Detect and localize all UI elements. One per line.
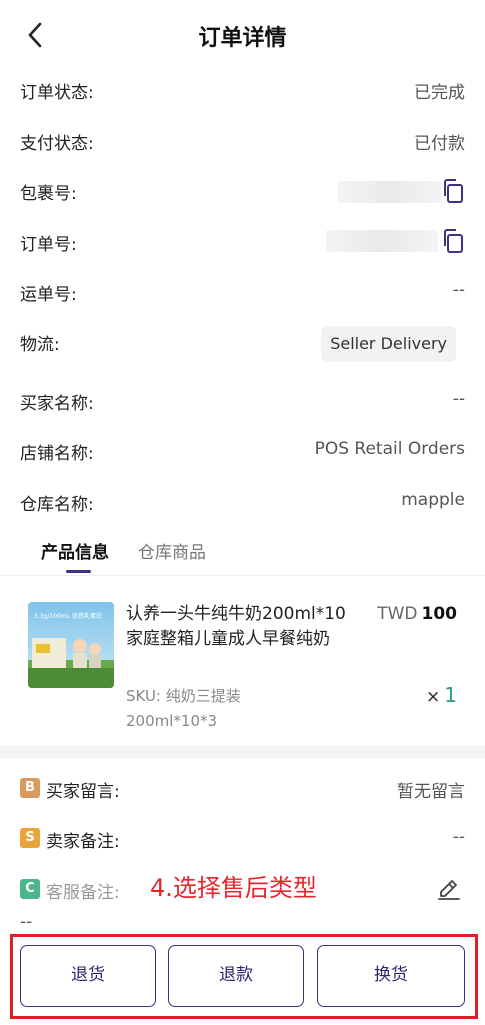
store-name-value: POS Retail Orders	[314, 439, 465, 459]
buyer-badge: B	[20, 778, 40, 798]
seller-note-label: 卖家备注:	[46, 832, 120, 852]
order-number-row: 订单号:	[0, 222, 485, 262]
buyer-name-row: 买家名称: --	[0, 381, 485, 421]
order-status-label: 订单状态:	[20, 83, 94, 103]
product-item[interactable]: 3.3g/100mL 优质乳蛋白 认养一头牛纯牛奶200ml*10家庭整箱儿童成…	[0, 578, 485, 738]
package-number-row: 包裹号:	[0, 171, 485, 211]
buyer-name-value: --	[452, 389, 465, 409]
seller-badge: S	[20, 828, 40, 848]
buyer-message-label: 买家留言:	[46, 782, 120, 802]
buyer-name-label: 买家名称:	[20, 394, 94, 414]
quantity-prefix: ×	[426, 687, 441, 707]
product-sku: SKU: 纯奶三提装200ml*10*3	[126, 687, 241, 730]
service-note-label: 客服备注:	[46, 883, 120, 903]
payment-status-value: 已付款	[414, 134, 465, 154]
seller-note-row: S 卖家备注: --	[0, 822, 485, 862]
service-badge: C	[20, 879, 40, 899]
order-number-redacted	[326, 230, 438, 252]
buyer-message-row: B 买家留言: 暂无留言	[0, 772, 485, 812]
header: 订单详情	[0, 0, 485, 70]
waybill-row: 运单号: --	[0, 272, 485, 312]
product-price: TWD 100	[377, 604, 457, 624]
service-note-value: --	[20, 912, 33, 932]
active-tab-indicator	[66, 570, 91, 573]
quantity-value: 1	[444, 683, 457, 707]
price-amount: 100	[421, 604, 458, 624]
waybill-label: 运单号:	[20, 285, 77, 305]
copy-icon[interactable]	[441, 178, 465, 204]
order-status-row: 订单状态: 已完成	[0, 70, 485, 110]
exchange-button[interactable]: 换货	[317, 945, 465, 1007]
payment-status-label: 支付状态:	[20, 134, 94, 154]
price-currency: TWD	[377, 604, 418, 624]
tab-warehouse-goods[interactable]: 仓库商品	[138, 538, 206, 563]
tab-product-info[interactable]: 产品信息	[41, 538, 109, 563]
section-divider	[0, 746, 485, 758]
order-status-value: 已完成	[414, 83, 465, 103]
product-tabs: 产品信息 仓库商品	[0, 530, 485, 576]
product-thumbnail: 3.3g/100mL 优质乳蛋白	[28, 602, 114, 688]
logistics-row: 物流: Seller Delivery	[0, 326, 485, 366]
warehouse-name-row: 仓库名称: mapple	[0, 482, 485, 522]
buyer-message-value: 暂无留言	[397, 782, 465, 802]
tutorial-annotation: 4.选择售后类型	[150, 874, 317, 902]
thumb-caption: 3.3g/100mL 优质乳蛋白	[34, 612, 102, 620]
warehouse-name-value: mapple	[401, 490, 465, 510]
payment-status-row: 支付状态: 已付款	[0, 121, 485, 161]
seller-note-value: --	[452, 827, 465, 847]
warehouse-name-label: 仓库名称:	[20, 495, 94, 515]
copy-icon[interactable]	[441, 228, 465, 254]
store-name-label: 店铺名称:	[20, 444, 94, 464]
page-title: 订单详情	[198, 26, 287, 51]
product-quantity: × 1	[426, 683, 457, 707]
store-name-row: 店铺名称: POS Retail Orders	[0, 431, 485, 471]
order-number-label: 订单号:	[20, 235, 77, 255]
return-button[interactable]: 退货	[20, 945, 156, 1007]
waybill-value: --	[452, 280, 465, 300]
package-number-redacted	[338, 181, 442, 203]
package-number-label: 包裹号:	[20, 184, 77, 204]
product-name: 认养一头牛纯牛奶200ml*10家庭整箱儿童成人早餐纯奶	[126, 604, 346, 649]
logistics-label: 物流:	[20, 335, 60, 355]
logistics-chip: Seller Delivery	[321, 326, 456, 362]
edit-pen-icon[interactable]	[436, 876, 462, 902]
refund-button[interactable]: 退款	[168, 945, 304, 1007]
